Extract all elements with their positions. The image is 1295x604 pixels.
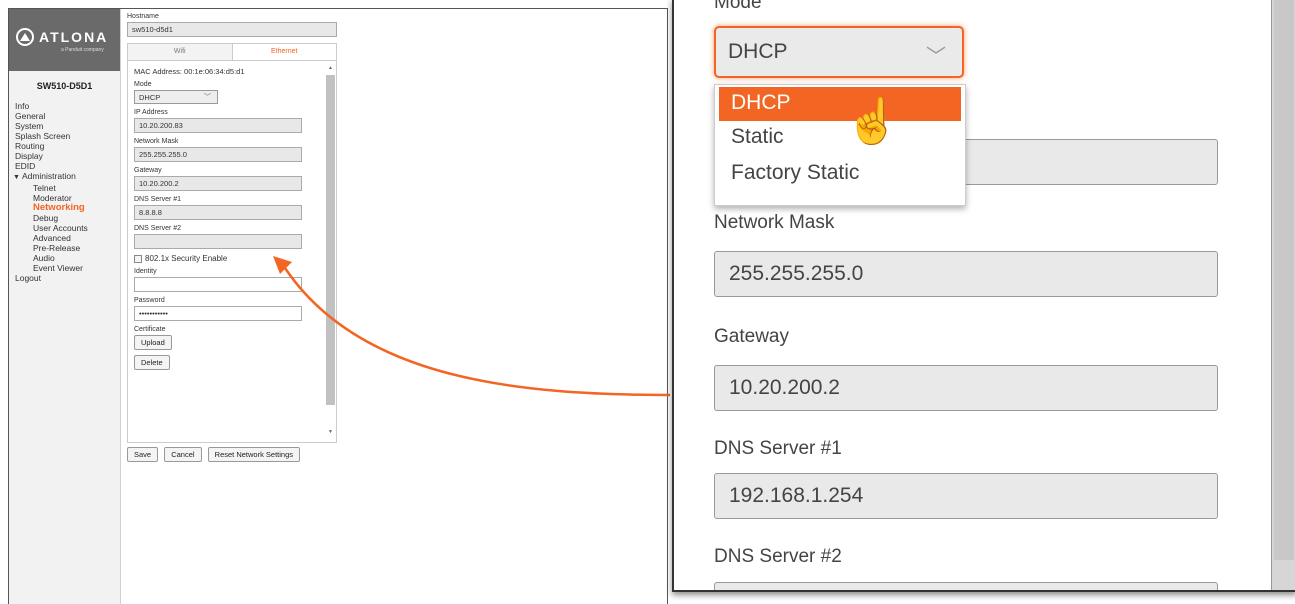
zoom-mode-select[interactable]: DHCP ﹀ [714, 26, 964, 78]
zoom-dns2-label: DNS Server #2 [714, 546, 842, 567]
zoom-mode-value: DHCP [728, 40, 788, 63]
zoom-callout: Mode DHCP ﹀ DHCP Static Factory Static ☝… [672, 0, 1295, 592]
zoom-scrollbar[interactable] [1271, 0, 1295, 590]
zoom-scrollbar-thumb[interactable] [1274, 0, 1294, 560]
zoom-gateway-field[interactable]: 10.20.200.2 [714, 365, 1218, 411]
zoom-gateway-label: Gateway [714, 326, 789, 347]
zoom-network-mask-field[interactable]: 255.255.255.0 [714, 251, 1218, 297]
zoom-dns1-label: DNS Server #1 [714, 438, 842, 459]
dropdown-option-factory-static[interactable]: Factory Static [715, 157, 965, 193]
zoom-network-mask-label: Network Mask [714, 212, 835, 233]
hand-cursor-icon: ☝ [845, 97, 900, 146]
dropdown-option-static[interactable]: Static [715, 121, 965, 157]
mode-dropdown-menu: DHCP Static Factory Static [714, 84, 966, 206]
zoom-dns1-field[interactable]: 192.168.1.254 [714, 473, 1218, 519]
chevron-down-icon: ﹀ [926, 46, 946, 68]
zoom-dns2-field[interactable] [714, 582, 1218, 590]
dropdown-option-dhcp[interactable]: DHCP [719, 87, 961, 121]
zoom-mode-label: Mode [714, 0, 762, 13]
